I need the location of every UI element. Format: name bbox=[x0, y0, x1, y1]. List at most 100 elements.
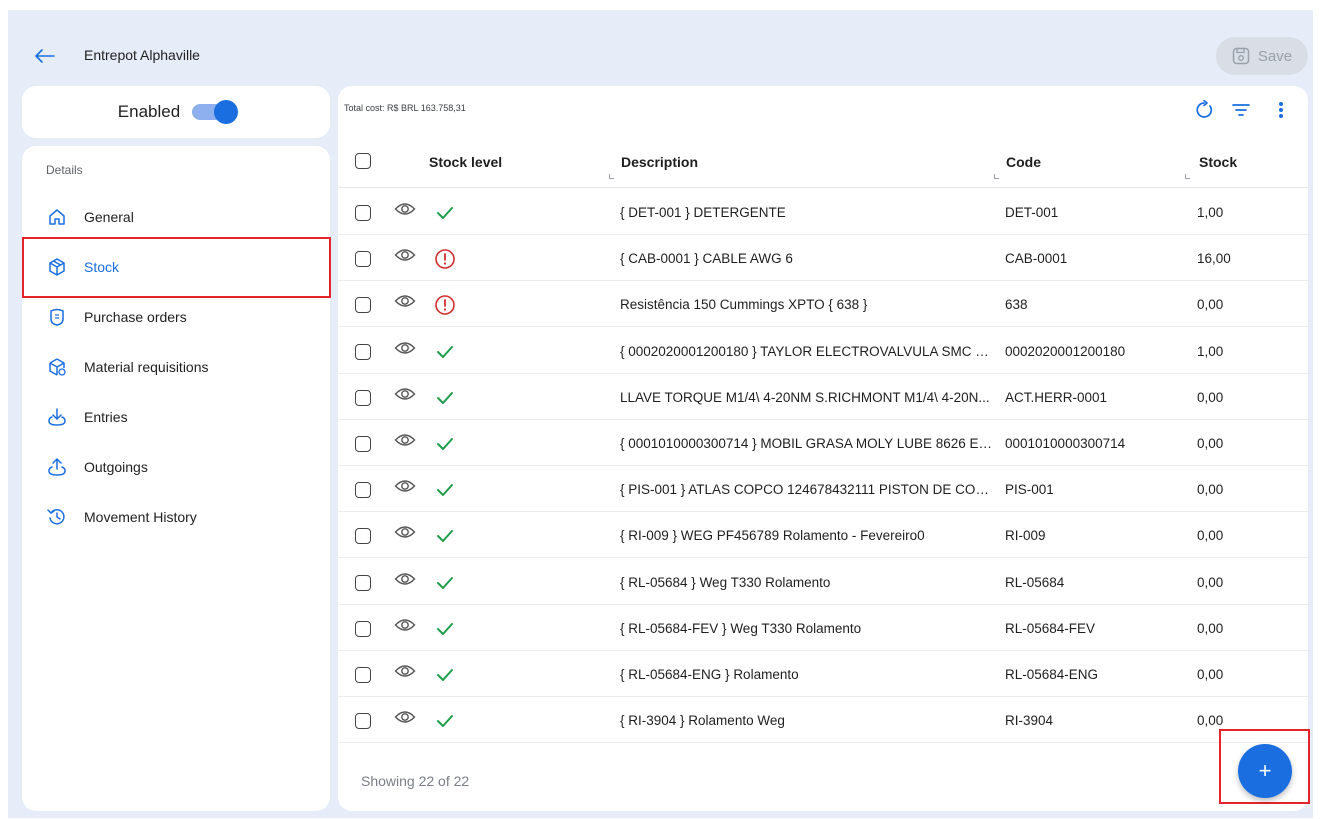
row-checkbox[interactable] bbox=[355, 343, 371, 360]
view-eye-icon[interactable] bbox=[394, 431, 416, 449]
column-header-stock-level[interactable]: Stock level bbox=[429, 154, 502, 170]
row-code: RI-009 bbox=[1005, 528, 1046, 544]
table-row[interactable]: { RL-05684 } Weg T330 Rolamento RL-05684 0… bbox=[338, 559, 1308, 605]
table-row[interactable]: Resistência 150 Cummings XPTO { 638 } 638… bbox=[338, 281, 1308, 328]
view-eye-icon[interactable] bbox=[394, 570, 416, 588]
table-row[interactable]: { DET-001 } DETERGENTE DET-001 1,00 bbox=[338, 189, 1308, 235]
stock-ok-check-icon bbox=[434, 525, 456, 547]
row-checkbox[interactable] bbox=[355, 436, 371, 452]
table-row[interactable]: { RL-05684-ENG } Rolamento RL-05684-ENG 0,… bbox=[338, 651, 1308, 697]
view-eye-icon[interactable] bbox=[394, 708, 416, 726]
sidebar: Details General Stock Purchase orders Ma… bbox=[22, 146, 331, 811]
stock-ok-check-icon bbox=[434, 710, 456, 732]
row-checkbox[interactable] bbox=[355, 205, 371, 221]
sidebar-item-purchase-orders[interactable]: Purchase orders bbox=[22, 292, 330, 342]
column-header-description[interactable]: Description bbox=[621, 154, 698, 170]
back-button[interactable] bbox=[30, 43, 60, 69]
column-header-code[interactable]: Code bbox=[1006, 154, 1041, 170]
row-stock: 16,00 bbox=[1197, 251, 1231, 267]
sidebar-section-label: Details bbox=[46, 163, 83, 177]
row-stock: 0,00 bbox=[1197, 297, 1224, 313]
select-all-checkbox[interactable] bbox=[355, 153, 371, 169]
stock-ok-check-icon bbox=[434, 341, 456, 363]
row-checkbox[interactable] bbox=[355, 574, 371, 591]
pagination-summary: Showing 22 of 22 bbox=[361, 773, 470, 789]
row-checkbox[interactable] bbox=[355, 713, 371, 730]
save-button[interactable]: Save bbox=[1216, 37, 1308, 75]
row-code: RL-05684 bbox=[1005, 574, 1065, 590]
more-options-button[interactable] bbox=[1269, 98, 1293, 122]
sidebar-item-entries[interactable]: Entries bbox=[22, 392, 330, 442]
row-stock: 0,00 bbox=[1197, 713, 1224, 729]
view-eye-icon[interactable] bbox=[394, 662, 416, 680]
row-checkbox[interactable] bbox=[355, 389, 371, 406]
row-description: { RL-05684-FEV } Weg T330 Rolamento bbox=[620, 620, 862, 636]
row-description: Resistência 150 Cummings XPTO { 638 } bbox=[620, 297, 868, 313]
view-eye-icon[interactable] bbox=[394, 616, 416, 634]
row-stock: 0,00 bbox=[1197, 436, 1224, 451]
row-stock: 0,00 bbox=[1197, 528, 1224, 544]
row-stock: 0,00 bbox=[1197, 667, 1224, 682]
refresh-button[interactable] bbox=[1193, 98, 1217, 122]
view-eye-icon[interactable] bbox=[394, 339, 416, 357]
column-resize-handle[interactable] bbox=[1185, 174, 1190, 179]
row-description: { PIS-001 } ATLAS COPCO 124678432111 PIS… bbox=[620, 482, 996, 498]
column-resize-handle[interactable] bbox=[609, 174, 614, 179]
purchase-order-icon bbox=[46, 306, 68, 328]
row-code: DET-001 bbox=[1005, 205, 1059, 220]
view-eye-icon[interactable] bbox=[394, 200, 416, 218]
row-code: 638 bbox=[1005, 297, 1028, 313]
sidebar-item-material-requisitions[interactable]: Material requisitions bbox=[22, 342, 330, 392]
table-row[interactable]: { CAB-0001 } CABLE AWG 6 CAB-0001 16,00 bbox=[338, 235, 1308, 282]
row-stock: 1,00 bbox=[1197, 205, 1224, 220]
table-row[interactable]: { RL-05684-FEV } Weg T330 Rolamento RL-05… bbox=[338, 605, 1308, 651]
row-checkbox[interactable] bbox=[355, 251, 371, 268]
stock-ok-check-icon bbox=[434, 387, 456, 409]
row-checkbox[interactable] bbox=[355, 297, 371, 314]
table-row[interactable]: { 0001010000300714 } MOBIL GRASA MOLY LU… bbox=[338, 420, 1308, 466]
view-eye-icon[interactable] bbox=[394, 477, 416, 495]
sidebar-item-movement-history[interactable]: Movement History bbox=[22, 492, 330, 542]
enabled-toggle[interactable] bbox=[192, 100, 239, 124]
sidebar-item-outgoings[interactable]: Outgoings bbox=[22, 442, 330, 492]
view-eye-icon[interactable] bbox=[394, 246, 416, 264]
more-vert-icon bbox=[1279, 102, 1283, 118]
row-stock: 1,00 bbox=[1197, 343, 1224, 359]
sidebar-item-label: Outgoings bbox=[84, 459, 148, 475]
enabled-label: Enabled bbox=[117, 102, 181, 121]
table-row[interactable]: { 0002020001200180 } TAYLOR ELECTROVALVU… bbox=[338, 328, 1308, 374]
row-checkbox[interactable] bbox=[355, 667, 371, 683]
row-description: { RI-009 } WEG PF456789 Rolamento - Feve… bbox=[620, 528, 925, 544]
stock-ok-check-icon bbox=[434, 664, 456, 686]
sidebar-item-general[interactable]: General bbox=[22, 192, 330, 242]
row-checkbox[interactable] bbox=[355, 528, 371, 545]
table-row[interactable]: { RI-3904 } Rolamento Weg RI-3904 0,00 bbox=[338, 697, 1308, 744]
stock-ok-check-icon bbox=[434, 479, 456, 501]
row-code: RI-3904 bbox=[1005, 713, 1054, 729]
table-row[interactable]: LLAVE TORQUE M1/4\ 4-20NM S.RICHMONT M1/… bbox=[338, 374, 1308, 420]
sidebar-item-label: Purchase orders bbox=[84, 309, 187, 325]
view-eye-icon[interactable] bbox=[394, 292, 416, 310]
row-checkbox[interactable] bbox=[355, 482, 371, 499]
row-stock: 0,00 bbox=[1197, 482, 1224, 498]
column-resize-handle[interactable] bbox=[994, 174, 999, 179]
table-row[interactable]: { PIS-001 } ATLAS COPCO 124678432111 PIS… bbox=[338, 466, 1308, 513]
upload-icon bbox=[46, 456, 68, 478]
row-code: PIS-001 bbox=[1005, 482, 1054, 498]
table-header: Stock level Description Code Stock bbox=[338, 136, 1308, 188]
add-item-button[interactable]: + bbox=[1238, 744, 1292, 798]
view-eye-icon[interactable] bbox=[394, 523, 416, 541]
row-code: 0002020001200180 bbox=[1005, 343, 1126, 359]
row-checkbox[interactable] bbox=[355, 620, 371, 637]
sidebar-item-label: Material requisitions bbox=[84, 359, 209, 375]
save-button-label: Save bbox=[1257, 47, 1293, 65]
stock-alert-icon bbox=[434, 248, 456, 270]
row-description: { 0001010000300714 } MOBIL GRASA MOLY LU… bbox=[620, 436, 996, 451]
filter-icon bbox=[1232, 104, 1250, 116]
table-row[interactable]: { RI-009 } WEG PF456789 Rolamento - Feve… bbox=[338, 512, 1308, 559]
view-eye-icon[interactable] bbox=[394, 385, 416, 403]
filter-button[interactable] bbox=[1229, 98, 1253, 122]
add-icon: + bbox=[1258, 758, 1272, 783]
column-header-stock[interactable]: Stock bbox=[1199, 154, 1237, 170]
row-code: CAB-0001 bbox=[1005, 251, 1068, 267]
